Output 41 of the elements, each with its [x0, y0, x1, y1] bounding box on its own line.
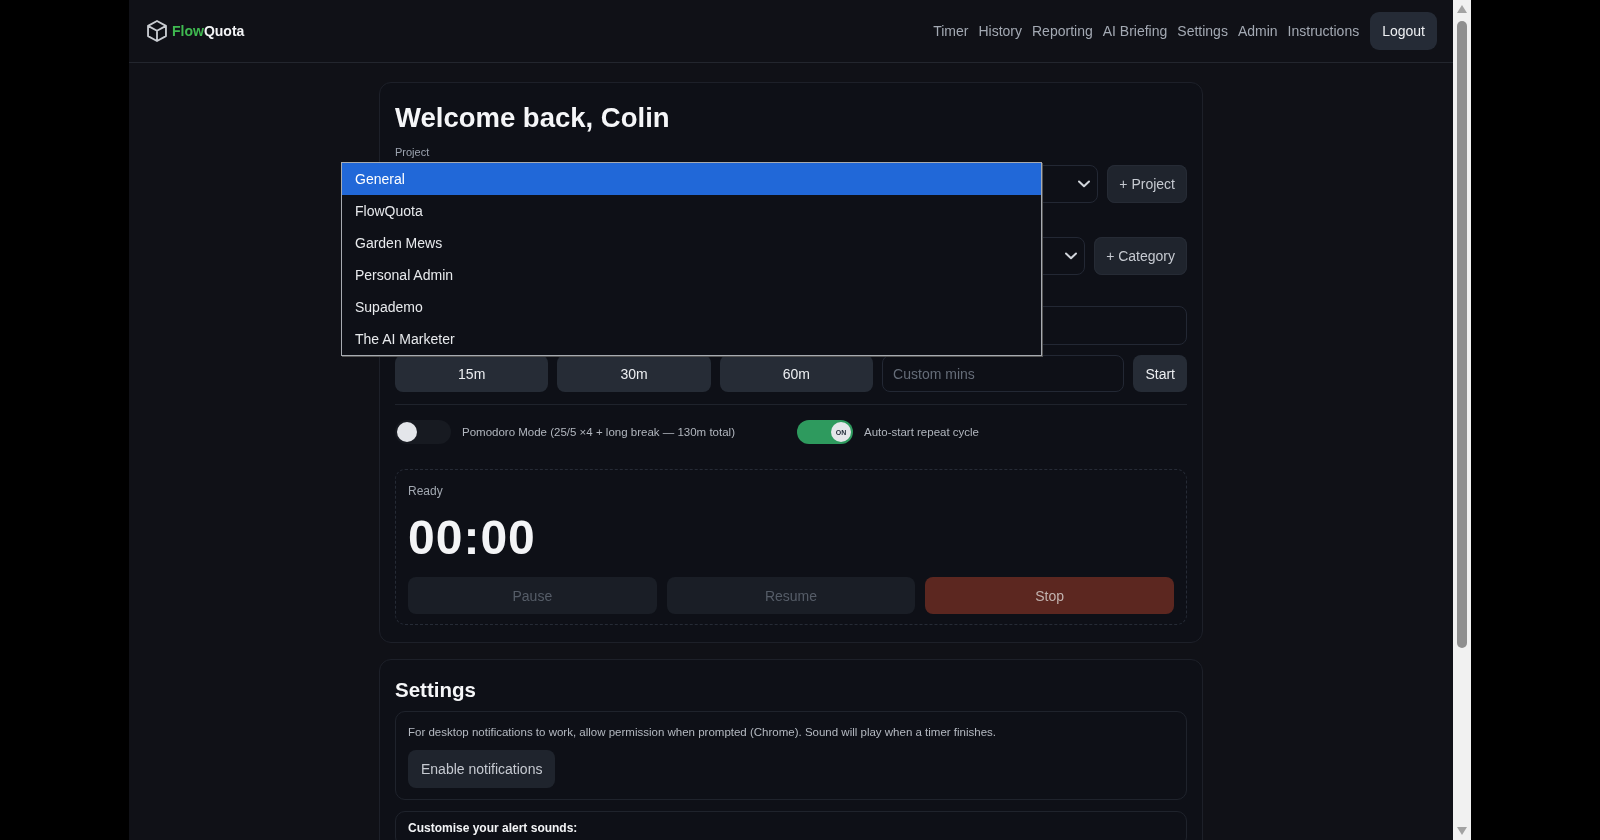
preset-button[interactable]: 60m — [719, 355, 874, 392]
brand-name: FlowQuota — [172, 23, 245, 39]
chevron-down-icon — [1078, 180, 1091, 188]
dropdown-option[interactable]: The AI Marketer — [342, 323, 1041, 355]
sounds-heading: Customise your alert sounds: — [408, 821, 579, 835]
dropdown-option[interactable]: Personal Admin — [342, 259, 1041, 291]
scroll-up-arrow-icon[interactable] — [1457, 5, 1467, 13]
scroll-down-arrow-icon[interactable] — [1457, 827, 1467, 835]
dropdown-option[interactable]: General — [342, 163, 1041, 195]
nav-link[interactable]: History — [978, 23, 1022, 39]
nav-link[interactable]: Timer — [933, 23, 969, 39]
field-label: Project — [395, 145, 431, 159]
timer-display: 00:00 — [408, 512, 536, 564]
scrollbar-thumb[interactable] — [1457, 21, 1467, 648]
nav-link[interactable]: Settings — [1177, 23, 1228, 39]
scrollbar[interactable] — [1453, 0, 1471, 840]
nav-link[interactable]: AI Briefing — [1102, 23, 1168, 39]
notice-text: For desktop notifications to work, allow permission when prompted (Chrome). Sound will play when a timer finishes. — [408, 725, 998, 739]
dropdown-option[interactable]: Garden Mews — [342, 227, 1041, 259]
start-button[interactable]: Start — [1133, 355, 1187, 392]
toggle-label: Pomodoro Mode (25/5 ×4 + long break — 130m total) — [462, 426, 735, 438]
nav-link[interactable]: Instructions — [1287, 23, 1360, 39]
logout-button[interactable]: Logout — [1370, 12, 1437, 50]
nav-link[interactable]: Reporting — [1032, 23, 1093, 39]
dropdown-option[interactable]: Supademo — [342, 291, 1041, 323]
chevron-down-icon — [1065, 252, 1078, 260]
add-project-button[interactable]: + Project — [1107, 165, 1187, 203]
cube-icon — [147, 20, 167, 42]
enable-notifications-button[interactable]: Enable notifications — [408, 750, 556, 788]
dropdown-option[interactable]: FlowQuota — [342, 195, 1041, 227]
timer-danger-button[interactable]: Stop — [925, 577, 1174, 614]
toggle-label: Auto-start repeat cycle — [863, 426, 980, 438]
preset-button[interactable]: 30m — [557, 355, 711, 392]
nav-link[interactable]: Admin — [1237, 23, 1278, 39]
custom-minutes-input[interactable]: Custom mins — [882, 355, 1125, 392]
toggle-switch[interactable] — [395, 420, 451, 444]
add-category-button[interactable]: + Category — [1094, 237, 1187, 275]
preset-button[interactable]: 15m — [395, 355, 549, 392]
timer-status: Ready — [408, 484, 444, 499]
welcome-heading: Welcome back, Colin — [395, 101, 671, 135]
settings-heading: Settings — [395, 677, 477, 703]
